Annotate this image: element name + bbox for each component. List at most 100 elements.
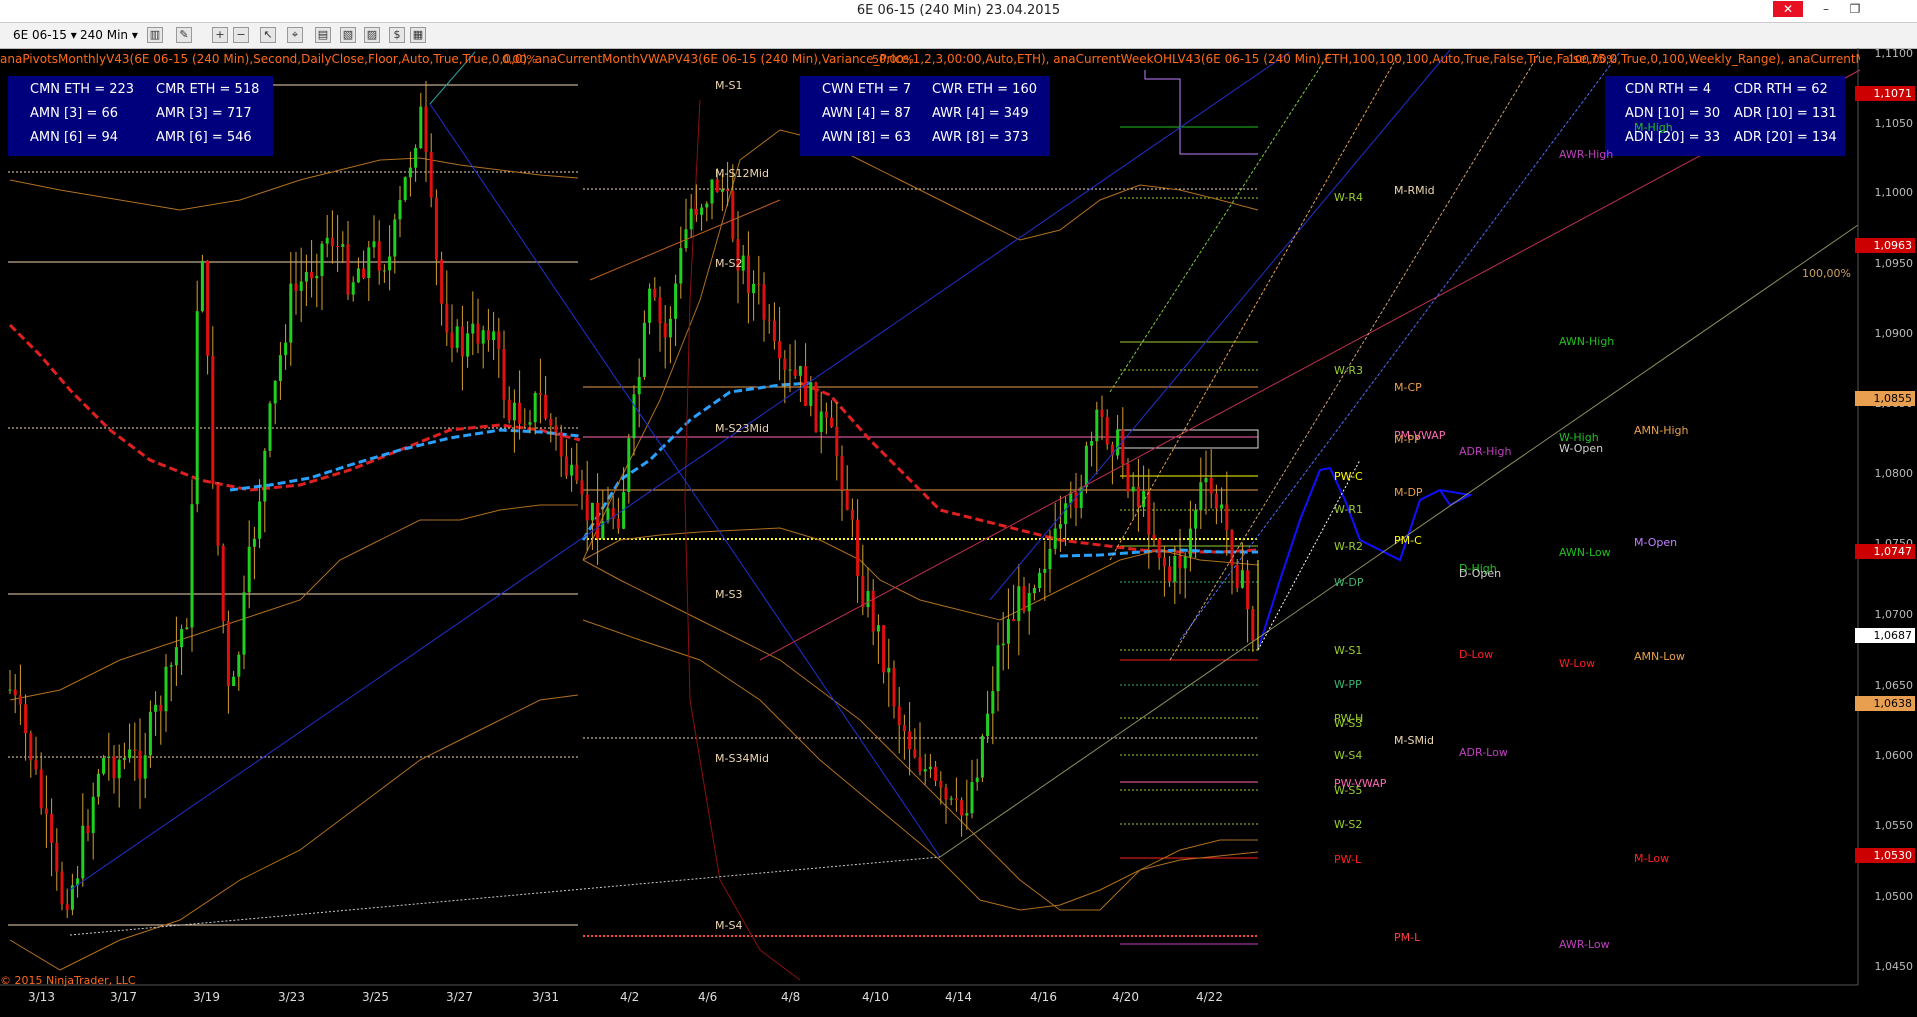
candle-body <box>1225 504 1229 531</box>
window-title: 6E 06-15 (240 Min) 23.04.2015 <box>856 3 1061 18</box>
candle-body <box>668 318 672 338</box>
candle-body <box>18 695 22 705</box>
overlay-percent-0: 0,00% <box>502 53 537 66</box>
candle-body <box>689 208 693 230</box>
candle-body <box>408 167 412 178</box>
candle-body <box>533 392 537 423</box>
candle-body <box>762 284 766 320</box>
candle-body <box>460 326 464 357</box>
candle-body <box>965 813 969 816</box>
candle-body <box>1173 556 1177 582</box>
price-tick: 1,0800 <box>1874 467 1914 480</box>
overlay-percent-100: 100,00% <box>1568 53 1617 66</box>
price-tag: 1,1071 <box>1855 86 1915 101</box>
candle-body <box>429 152 433 198</box>
pivot-label-pm-l: PM-L <box>1394 931 1421 944</box>
candle-body <box>835 426 839 457</box>
stat-amr6: AMR [6] = 546 <box>156 130 252 145</box>
candle-body <box>570 464 574 476</box>
candle-body <box>148 711 152 756</box>
date-tick: 4/10 <box>862 990 889 1004</box>
candle-body <box>450 332 454 348</box>
range-label-adr-low: ADR-Low <box>1459 746 1508 759</box>
zoom-out-icon[interactable]: − <box>233 27 249 43</box>
candle-body <box>726 189 730 192</box>
candle-body <box>164 666 168 712</box>
close-button[interactable]: ✕ <box>1773 1 1803 17</box>
candle-body <box>154 704 158 712</box>
properties-icon[interactable]: ▦ <box>410 27 426 43</box>
candle-body <box>195 311 199 505</box>
cursor-icon[interactable]: ↖ <box>260 27 276 43</box>
indicator-curve <box>9 157 579 211</box>
range-label-d-low: D-Low <box>1459 648 1494 661</box>
candle-body <box>445 303 449 333</box>
interval-selector[interactable]: 240 Min ▾ <box>80 27 138 43</box>
candle-body <box>492 331 496 340</box>
candle-body <box>486 330 490 340</box>
candle-body <box>1235 565 1239 588</box>
pivot-label-pw-c: PW-C <box>1334 470 1363 483</box>
date-tick: 4/16 <box>1030 990 1057 1004</box>
indicators-icon[interactable]: ▧ <box>340 27 356 43</box>
candle-body <box>1162 557 1166 567</box>
candle-body <box>1188 528 1192 557</box>
candle-body <box>159 704 163 712</box>
pivot-label-w-r4: W-R4 <box>1334 191 1364 204</box>
indicator-lines <box>8 70 1474 981</box>
instrument-selector[interactable]: 6E 06-15 ▾ <box>13 27 77 43</box>
candle-body <box>1126 464 1130 492</box>
candle-body <box>705 203 709 208</box>
range-label-awr-high: AWR-High <box>1559 148 1614 161</box>
pivot-label-w-s1: W-S1 <box>1334 644 1363 657</box>
candle-body <box>289 283 293 343</box>
stat-cdr: CDR RTH = 62 <box>1734 82 1828 97</box>
price-tick: 1,0600 <box>1874 749 1914 762</box>
price-tick: 1,0550 <box>1874 819 1914 832</box>
price-tag: 1,0530 <box>1855 848 1915 863</box>
price-tick: 1,0450 <box>1874 960 1914 973</box>
weekly-stats-box: CWN ETH = 7 CWR ETH = 160 AWN [4] = 87 A… <box>800 76 1050 156</box>
candle-body <box>351 282 355 295</box>
candle-body <box>523 423 527 425</box>
crosshair-icon[interactable]: ⌖ <box>287 27 303 43</box>
candle-body <box>700 207 704 215</box>
candle-body <box>715 179 719 192</box>
candle-body <box>91 796 95 833</box>
candle-body <box>122 758 126 760</box>
data-box-icon[interactable]: ▤ <box>315 27 331 43</box>
candle-body <box>1053 528 1057 549</box>
candle-body <box>596 502 600 539</box>
drawing-pencil-icon[interactable]: ✎ <box>176 27 192 43</box>
candle-body <box>783 358 787 370</box>
candle-body <box>237 654 241 677</box>
candle-body <box>471 323 475 334</box>
strategies-icon[interactable]: ▨ <box>364 27 380 43</box>
pivot-label-w-s5: W-S5 <box>1334 784 1363 797</box>
pivot-label-m-s12mid: M-S12Mid <box>715 167 769 180</box>
candle-body <box>200 260 204 312</box>
price-chart[interactable] <box>0 48 1917 1017</box>
candle-body <box>772 320 776 342</box>
chart-toolbar: 6E 06-15 ▾ 240 Min ▾ ▥ ✎ + − ↖ ⌖ ▤ ▧ ▨ $… <box>0 23 1917 49</box>
maximize-button[interactable]: ❐ <box>1838 0 1872 18</box>
candle-body <box>840 456 844 490</box>
candle-body <box>112 756 116 779</box>
freehand-drawing <box>1257 466 1474 651</box>
candle-body <box>996 645 1000 692</box>
candle-body <box>632 394 636 439</box>
chart-style-icon[interactable]: ▥ <box>147 27 163 43</box>
candle-body <box>388 256 392 271</box>
candle-body <box>590 502 594 521</box>
candle-body <box>1251 609 1255 641</box>
zoom-in-icon[interactable]: + <box>212 27 228 43</box>
indicator-curve <box>684 99 801 981</box>
properties-icon[interactable]: $ <box>389 27 405 43</box>
price-tick: 1,0700 <box>1874 608 1914 621</box>
candle-body <box>549 418 553 426</box>
candle-body <box>642 322 646 377</box>
pivot-label-w-pp: W-PP <box>1334 678 1362 691</box>
stat-cwr: CWR ETH = 160 <box>932 82 1037 97</box>
candle-body <box>679 248 683 284</box>
candle-body <box>830 417 834 427</box>
